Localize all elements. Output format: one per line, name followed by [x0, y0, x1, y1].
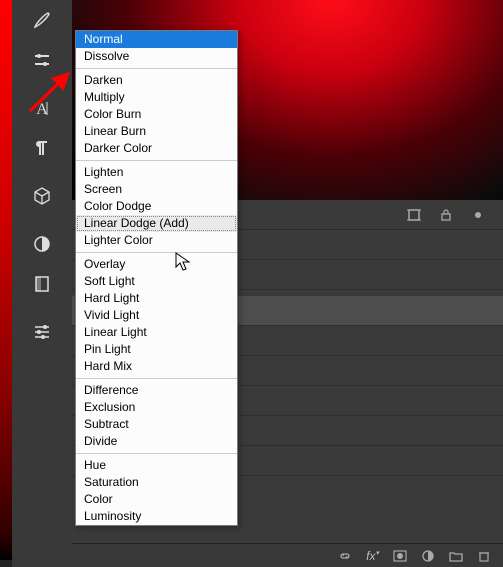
blend-mode-option[interactable]: Saturation	[76, 474, 237, 491]
dot-icon	[469, 206, 487, 224]
blend-mode-option[interactable]: Color Burn	[76, 106, 237, 123]
blend-mode-dropdown[interactable]: NormalDissolveDarkenMultiplyColor BurnLi…	[75, 30, 238, 526]
text-a-icon[interactable]: A	[28, 94, 56, 122]
blend-mode-option[interactable]: Hard Mix	[76, 358, 237, 375]
link-icon[interactable]	[338, 549, 352, 563]
fx-icon[interactable]: fx▾	[366, 549, 379, 563]
folder-icon[interactable]	[449, 549, 463, 563]
blend-mode-option[interactable]: Normal	[76, 31, 237, 48]
blend-mode-option[interactable]: Color	[76, 491, 237, 508]
settings-sliders-icon[interactable]	[28, 318, 56, 346]
blend-mode-option[interactable]: Pin Light	[76, 341, 237, 358]
blend-mode-option[interactable]: Luminosity	[76, 508, 237, 525]
blend-mode-option[interactable]: Lighten	[76, 164, 237, 181]
blend-mode-option[interactable]: Exclusion	[76, 399, 237, 416]
blend-mode-option[interactable]: Multiply	[76, 89, 237, 106]
mask-icon[interactable]	[393, 549, 407, 563]
blend-mode-option[interactable]: Darker Color	[76, 140, 237, 157]
blend-mode-option[interactable]: Linear Burn	[76, 123, 237, 140]
blend-mode-option[interactable]: Lighter Color	[76, 232, 237, 249]
blend-mode-option[interactable]: Dissolve	[76, 48, 237, 65]
cube-icon[interactable]	[28, 182, 56, 210]
lock-icon[interactable]	[437, 206, 455, 224]
blend-mode-option[interactable]: Hard Light	[76, 290, 237, 307]
svg-text:A: A	[36, 101, 48, 118]
adjust-circle-icon[interactable]	[28, 230, 56, 258]
blend-mode-option[interactable]: Vivid Light	[76, 307, 237, 324]
layers-bottom-bar: fx▾	[72, 543, 503, 567]
toolbar: A	[12, 0, 72, 567]
paragraph-icon[interactable]	[28, 134, 56, 162]
ruler-or-edge-strip	[0, 0, 12, 560]
ruler-cap	[0, 560, 12, 567]
blend-mode-option[interactable]: Hue	[76, 457, 237, 474]
blend-mode-option[interactable]: Divide	[76, 433, 237, 450]
trash-icon[interactable]	[477, 549, 491, 563]
blend-mode-option[interactable]: Difference	[76, 382, 237, 399]
brush-tool-icon[interactable]	[28, 6, 56, 34]
blend-mode-option[interactable]: Subtract	[76, 416, 237, 433]
blend-mode-option[interactable]: Color Dodge	[76, 198, 237, 215]
adjustment-icon[interactable]	[421, 549, 435, 563]
blend-mode-option[interactable]: Soft Light	[76, 273, 237, 290]
blend-mode-option[interactable]: Linear Dodge (Add)	[76, 215, 237, 232]
sliders-icon[interactable]	[28, 46, 56, 74]
blend-mode-option[interactable]: Darken	[76, 72, 237, 89]
page-icon[interactable]	[28, 270, 56, 298]
artboard-icon[interactable]	[405, 206, 423, 224]
blend-mode-option[interactable]: Linear Light	[76, 324, 237, 341]
blend-mode-option[interactable]: Overlay	[76, 256, 237, 273]
blend-mode-option[interactable]: Screen	[76, 181, 237, 198]
